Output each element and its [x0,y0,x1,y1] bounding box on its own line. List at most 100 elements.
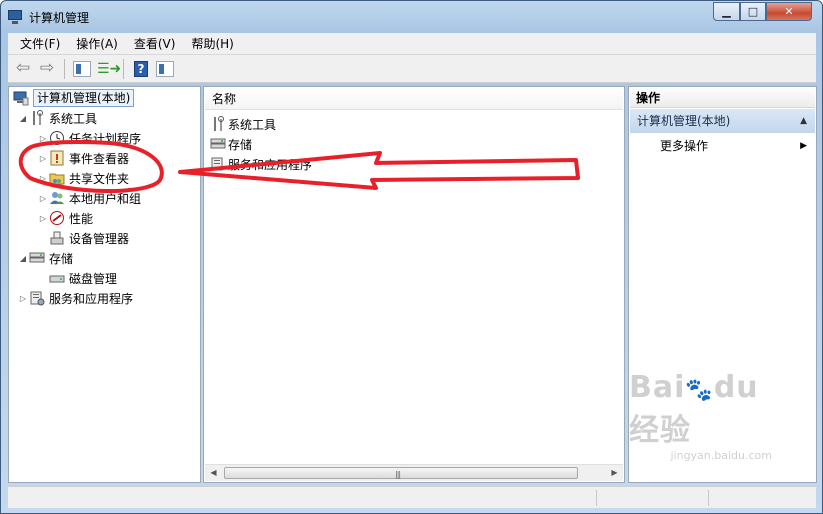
users-icon [49,190,65,206]
list-item-label: 存储 [228,137,253,152]
tree-item-services[interactable]: ▷ 服务和应用程序 [17,288,133,308]
maximize-icon: □ [747,5,759,18]
shared-folder-icon [49,170,65,186]
storage-icon [29,250,45,266]
device-manager-icon [49,230,65,246]
tree-item-label: 事件查看器 [69,151,130,166]
forward-arrow-icon: ⇨ [39,58,55,78]
actions-pane: 操作 计算机管理(本地) ▲ 更多操作 ▶ Bai🐾du 经验 jingyan.… [628,86,817,483]
collapsed-icon[interactable]: ▷ [37,214,49,223]
tree-item-label: 设备管理器 [69,231,130,246]
tree-item-label: 系统工具 [49,111,98,126]
column-header-label: 名称 [212,92,237,106]
actions-header: 操作 [630,88,815,108]
tree-item-task-scheduler[interactable]: ▷ 任务计划程序 [37,128,141,148]
tree-item-root[interactable]: 计算机管理(本地) [13,88,135,108]
event-viewer-icon [49,150,65,166]
tree-item-shared-folders[interactable]: ▷ 共享文件夹 [37,168,129,188]
collapsed-icon[interactable]: ▷ [37,174,49,183]
status-bar [8,486,816,508]
scroll-right-icon[interactable]: ▶ [606,465,623,481]
status-divider [708,490,709,506]
services-icon [29,290,45,306]
list-item[interactable]: 系统工具 [210,114,276,134]
toolbar-separator [123,58,124,79]
app-window: 计算机管理 ▁ □ ✕ 文件(F) 操作(A) 查看(V) 帮助(H) ⇦ ⇨ … [0,0,823,514]
collapsed-icon[interactable]: ▷ [17,294,29,303]
tree-item-label: 存储 [49,251,74,266]
scroll-left-icon[interactable]: ◀ [205,465,222,481]
tree-item-label: 性能 [69,211,94,226]
menu-view[interactable]: 查看(V) [126,33,184,55]
tree-item-storage[interactable]: ◢ 存储 [17,248,73,268]
tools-icon [29,110,45,126]
horizontal-scrollbar[interactable]: ◀ ||| ▶ [205,464,623,481]
tree-item-system-tools[interactable]: ◢ 系统工具 [17,108,97,128]
baidu-watermark: Bai🐾du 经验 jingyan.baidu.com [629,370,772,462]
console-tree: 计算机管理(本地) ◢ 系统工具 ▷ 任务计划程序 ▷ 事件查看器 ▷ 共享文件… [8,86,201,483]
tree-item-label: 磁盘管理 [69,271,118,286]
tree-item-local-users[interactable]: ▷ 本地用户和组 [37,188,141,208]
submenu-arrow-icon: ▶ [800,141,807,151]
show-hide-tree-icon [73,60,91,77]
actions-section[interactable]: 计算机管理(本地) ▲ [630,109,815,133]
show-hide-tree-button[interactable] [71,58,93,80]
status-divider [596,490,597,506]
computer-management-icon [7,9,23,25]
menu-file[interactable]: 文件(F) [12,33,68,55]
clock-icon [49,130,65,146]
results-list: 名称 系统工具 存储 服务和应用程序 ◀ ||| ▶ [203,86,625,483]
maximize-button[interactable]: □ [740,2,766,21]
computer-management-icon [13,90,29,106]
expanded-icon[interactable]: ◢ [17,254,29,263]
actions-section-label: 计算机管理(本地) [637,114,731,128]
window-title: 计算机管理 [29,10,90,25]
disk-icon [49,270,65,286]
tree-item-disk-management[interactable]: 磁盘管理 [49,268,117,288]
collapsed-icon[interactable]: ▷ [37,134,49,143]
export-list-button[interactable]: ☰➜ [95,58,122,80]
menu-action[interactable]: 操作(A) [68,33,126,55]
window-controls: ▁ □ ✕ [713,2,812,21]
toolbar: ⇦ ⇨ ☰➜ ? [8,55,816,83]
tree-item-label: 服务和应用程序 [49,291,134,306]
action-pane-icon [156,60,174,77]
forward-button[interactable]: ⇨ [36,58,58,80]
tree-item-event-viewer[interactable]: ▷ 事件查看器 [37,148,129,168]
collapse-up-icon[interactable]: ▲ [800,109,807,133]
grip-icon: ||| [395,470,401,479]
tools-icon [210,116,226,132]
help-button[interactable]: ? [130,58,152,80]
minimize-button[interactable]: ▁ [713,2,740,21]
tree-item-performance[interactable]: ▷ 性能 [37,208,93,228]
menu-bar: 文件(F) 操作(A) 查看(V) 帮助(H) [8,33,816,55]
close-icon: ✕ [784,5,794,18]
tree-item-label: 共享文件夹 [69,171,130,186]
tree-item-label: 计算机管理(本地) [33,89,135,107]
more-actions-label: 更多操作 [660,139,709,153]
help-icon: ? [134,60,148,77]
list-item[interactable]: 存储 [210,134,252,154]
expanded-icon[interactable]: ◢ [17,114,29,123]
services-icon [210,156,226,172]
back-button[interactable]: ⇦ [12,58,34,80]
back-arrow-icon: ⇦ [15,58,31,78]
minimize-icon: ▁ [722,5,731,18]
menu-help[interactable]: 帮助(H) [183,33,241,55]
toolbar-separator [64,58,65,79]
action-pane-button[interactable] [154,58,176,80]
more-actions-item[interactable]: 更多操作 ▶ [660,136,815,156]
storage-icon [210,136,226,152]
list-item-label: 系统工具 [228,117,277,132]
column-header-name[interactable]: 名称 [205,88,623,110]
tree-item-device-manager[interactable]: 设备管理器 [49,228,129,248]
list-item[interactable]: 服务和应用程序 [210,154,312,174]
scrollbar-thumb[interactable]: ||| [224,467,578,479]
title-bar: 计算机管理 ▁ □ ✕ [7,2,816,29]
tree-item-label: 本地用户和组 [69,191,142,206]
close-button[interactable]: ✕ [766,2,812,21]
tree-item-label: 任务计划程序 [69,131,142,146]
export-list-icon: ☰➜ [97,60,122,77]
collapsed-icon[interactable]: ▷ [37,154,49,163]
collapsed-icon[interactable]: ▷ [37,194,49,203]
